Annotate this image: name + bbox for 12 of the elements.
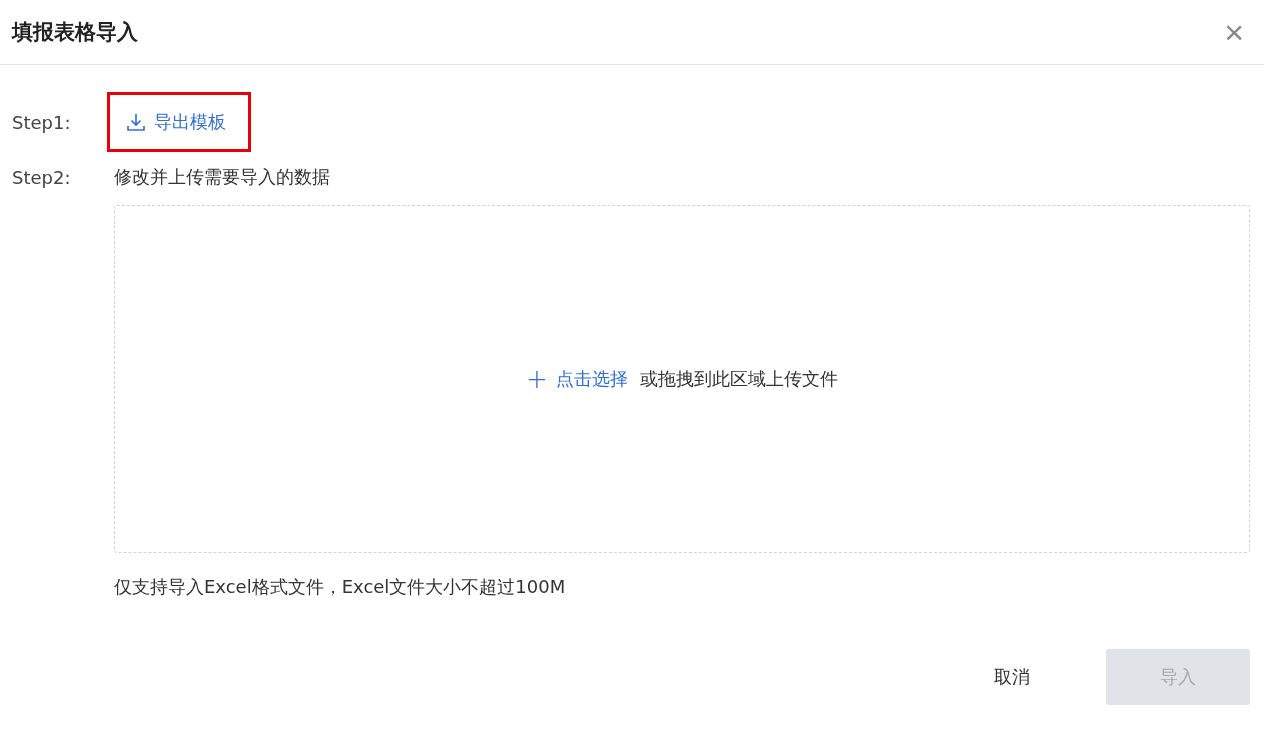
drop-hint: 或拖拽到此区域上传文件 [639, 367, 838, 391]
select-file-link[interactable]: + 点击选择 [526, 366, 628, 392]
export-template-link[interactable]: 导出模板 [107, 92, 251, 152]
download-icon [126, 112, 146, 132]
close-button[interactable]: × [1224, 15, 1244, 49]
step-label: Step1: [12, 111, 72, 133]
step-label: Step2: [12, 166, 72, 188]
format-note: 仅支持导入Excel格式文件，Excel文件大小不超过100M [114, 575, 567, 599]
dialog-title: 填报表格导入 [12, 19, 138, 46]
upload-area[interactable]: + 点击选择 或拖拽到此区域上传文件 [114, 205, 1250, 553]
cancel-button[interactable]: 取消 [940, 649, 1084, 705]
step-text: 修改并上传需要导入的数据 [114, 165, 330, 189]
